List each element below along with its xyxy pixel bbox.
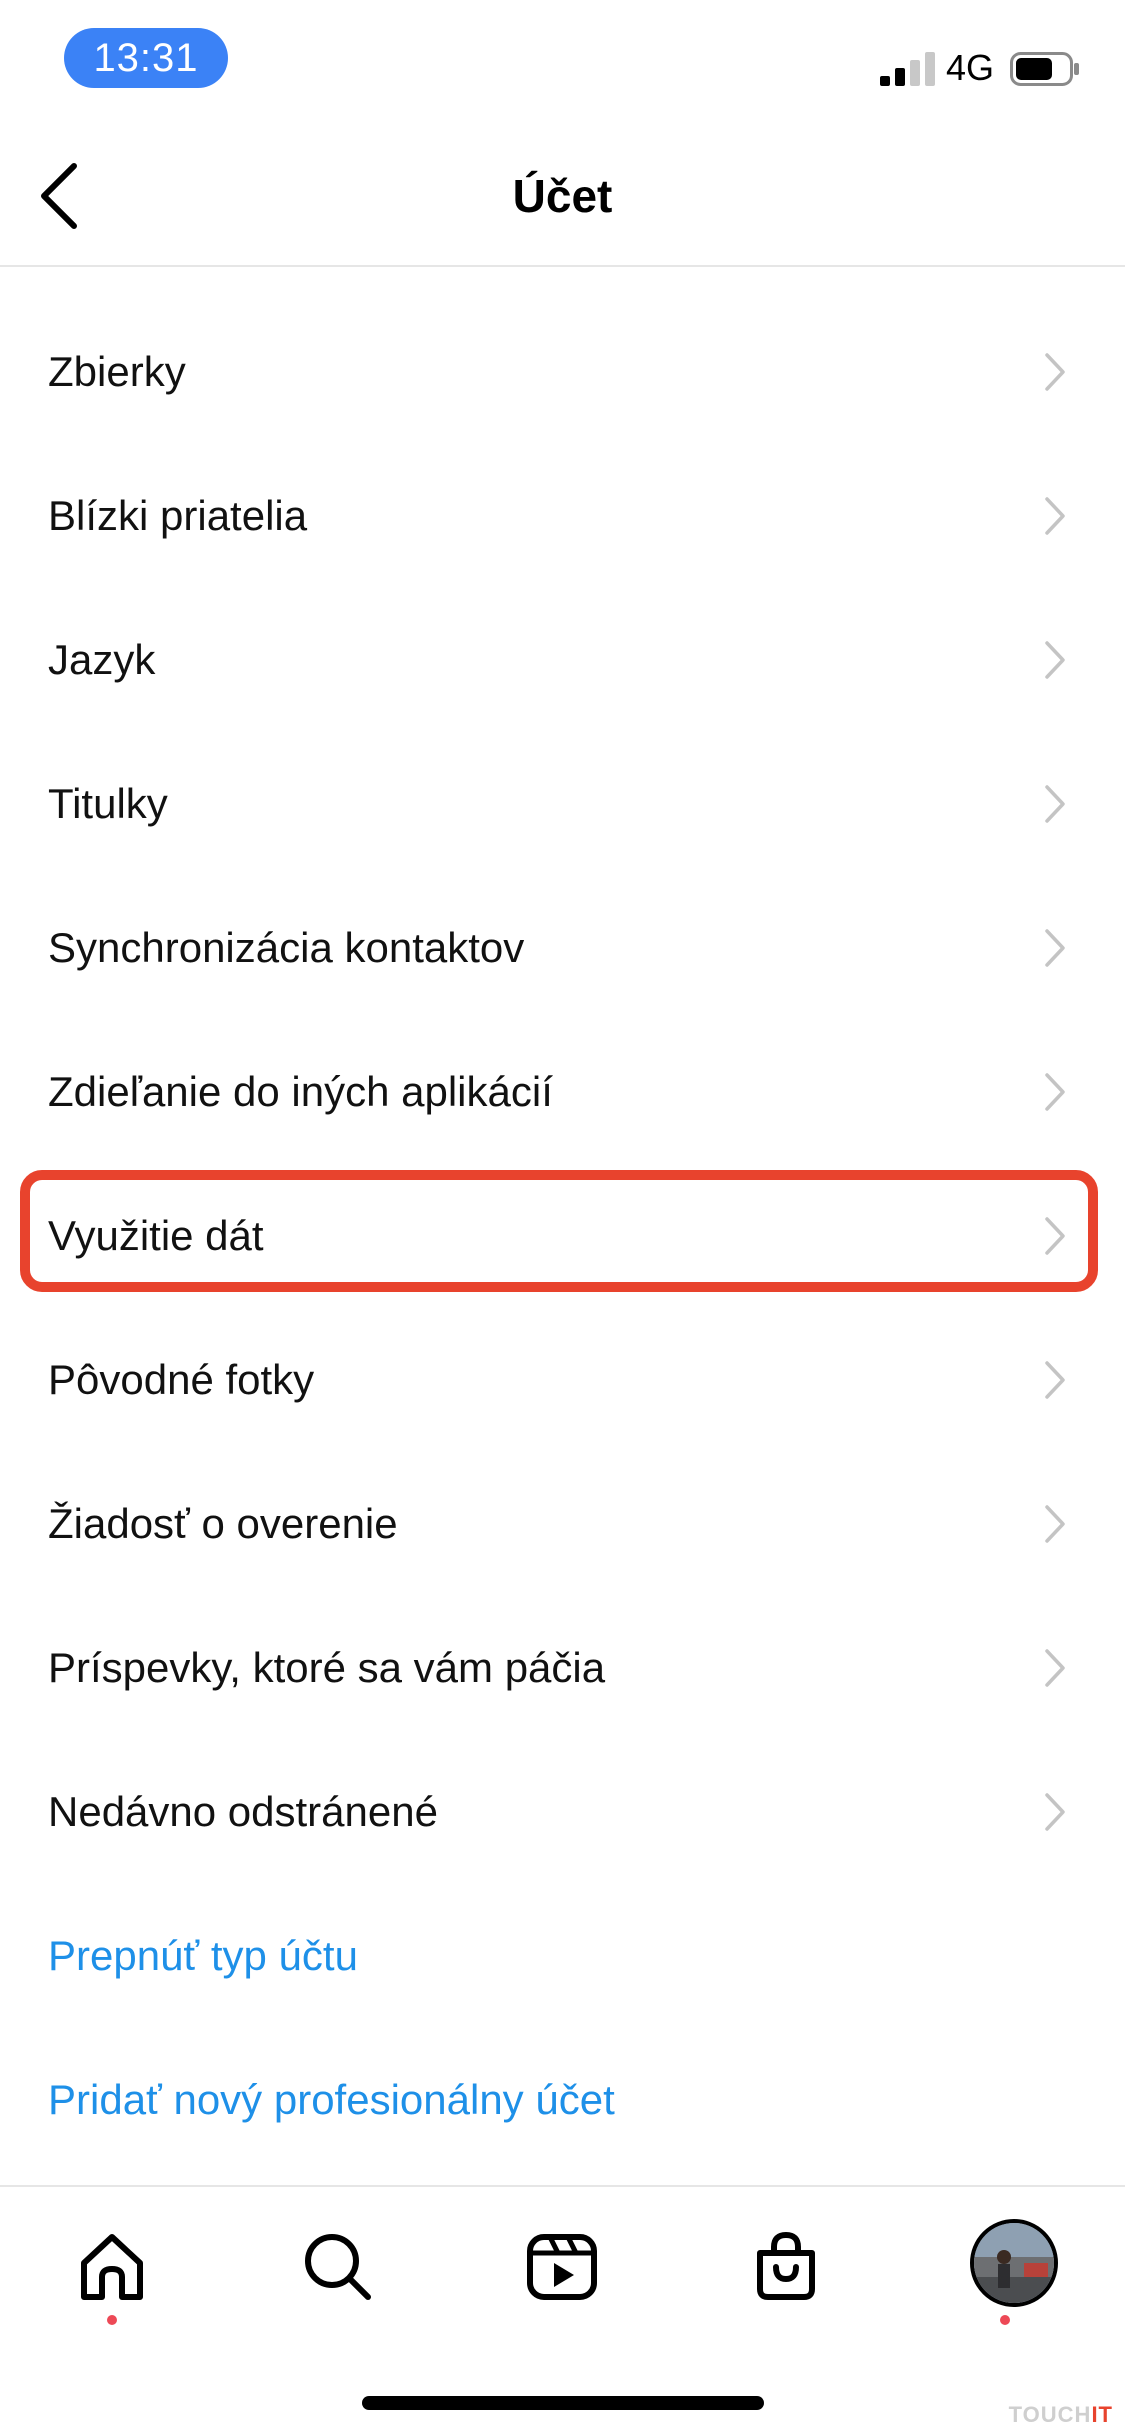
- chevron-right-icon: [1045, 1361, 1065, 1399]
- menu-item-label: Využitie dát: [48, 1212, 264, 1259]
- shop-icon: [757, 2231, 815, 2300]
- menu-item-liked-posts[interactable]: Príspevky, ktoré sa vám páčia: [0, 1596, 1125, 1740]
- status-time: 13:31: [64, 28, 228, 88]
- chevron-right-icon: [1045, 1793, 1065, 1831]
- tab-reels[interactable]: [522, 2227, 602, 2307]
- add-professional-account-link[interactable]: Pridať nový profesionálny účet: [0, 2028, 1125, 2172]
- home-notification-dot: [107, 2315, 117, 2325]
- menu-item-label: Titulky: [48, 780, 168, 827]
- menu-item-collections[interactable]: Zbierky: [0, 300, 1125, 444]
- tab-shop[interactable]: [746, 2227, 826, 2307]
- watermark-logo: TOUCHIT: [1009, 2402, 1113, 2428]
- menu-item-contacts-sync[interactable]: Synchronizácia kontaktov: [0, 876, 1125, 1020]
- menu-item-sharing-other-apps[interactable]: Zdieľanie do iných aplikácií: [0, 1020, 1125, 1164]
- menu-item-label: Synchronizácia kontaktov: [48, 924, 525, 971]
- signal-icon: [880, 52, 935, 86]
- menu-item-captions[interactable]: Titulky: [0, 732, 1125, 876]
- reels-icon: [527, 2234, 597, 2300]
- status-bar: 13:31 4G: [0, 0, 1125, 120]
- page-title: Účet: [512, 170, 613, 222]
- chevron-right-icon: [1045, 1217, 1065, 1255]
- menu-item-language[interactable]: Jazyk: [0, 588, 1125, 732]
- screen: 13:31 4G Účet Zbierky Blízki priatelia J…: [0, 0, 1125, 2436]
- home-icon: [81, 2234, 143, 2300]
- nav-header: Účet: [0, 120, 1125, 267]
- settings-menu-list: Zbierky Blízki priatelia Jazyk Titulky S…: [0, 300, 1125, 2172]
- profile-avatar[interactable]: [970, 2219, 1058, 2307]
- watermark-prefix: TOUCH: [1008, 2402, 1092, 2427]
- menu-item-label: Zdieľanie do iných aplikácií: [48, 1068, 553, 1115]
- chevron-right-icon: [1045, 1505, 1065, 1543]
- chevron-right-icon: [1045, 1073, 1065, 1111]
- avatar-image: [974, 2223, 1054, 2303]
- chevron-right-icon: [1045, 785, 1065, 823]
- tab-home[interactable]: [72, 2227, 152, 2307]
- menu-item-label: Žiadosť o overenie: [48, 1500, 398, 1547]
- network-type: 4G: [946, 47, 995, 88]
- search-icon: [305, 2234, 371, 2300]
- bottom-tab-bar: [0, 2185, 1125, 2337]
- switch-account-type-link[interactable]: Prepnúť typ účtu: [0, 1884, 1125, 2028]
- tab-search[interactable]: [298, 2227, 378, 2307]
- chevron-right-icon: [1045, 641, 1065, 679]
- home-indicator: [362, 2396, 764, 2410]
- menu-item-recently-deleted[interactable]: Nedávno odstránené: [0, 1740, 1125, 1884]
- watermark-suffix: IT: [1091, 2402, 1113, 2427]
- link-label: Prepnúť typ účtu: [48, 1932, 358, 1979]
- menu-item-label: Nedávno odstránené: [48, 1788, 438, 1835]
- menu-item-label: Jazyk: [48, 636, 156, 683]
- menu-item-label: Zbierky: [48, 348, 186, 395]
- menu-item-request-verification[interactable]: Žiadosť o overenie: [0, 1452, 1125, 1596]
- chevron-right-icon: [1045, 1649, 1065, 1687]
- link-label: Pridať nový profesionálny účet: [48, 2076, 615, 2123]
- menu-item-label: Blízki priatelia: [48, 492, 308, 539]
- menu-item-data-usage[interactable]: Využitie dát: [0, 1164, 1125, 1308]
- chevron-right-icon: [1045, 353, 1065, 391]
- chevron-right-icon: [1045, 929, 1065, 967]
- battery-icon: [1010, 52, 1079, 86]
- menu-item-original-photos[interactable]: Pôvodné fotky: [0, 1308, 1125, 1452]
- chevron-right-icon: [1045, 497, 1065, 535]
- menu-item-close-friends[interactable]: Blízki priatelia: [0, 444, 1125, 588]
- menu-item-label: Pôvodné fotky: [48, 1356, 315, 1403]
- menu-item-label: Príspevky, ktoré sa vám páčia: [48, 1644, 606, 1691]
- profile-notification-dot: [1000, 2315, 1010, 2325]
